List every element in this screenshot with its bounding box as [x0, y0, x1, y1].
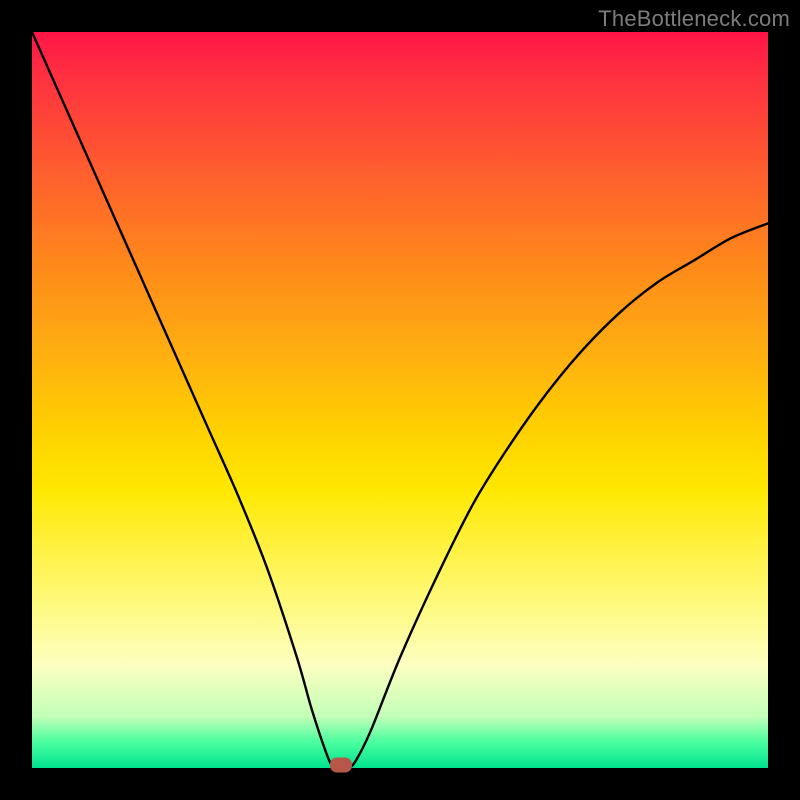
plot-area [32, 32, 768, 768]
optimal-marker [330, 758, 352, 773]
chart-frame: TheBottleneck.com [0, 0, 800, 800]
attribution-text: TheBottleneck.com [598, 6, 790, 32]
bottleneck-curve [32, 32, 768, 768]
